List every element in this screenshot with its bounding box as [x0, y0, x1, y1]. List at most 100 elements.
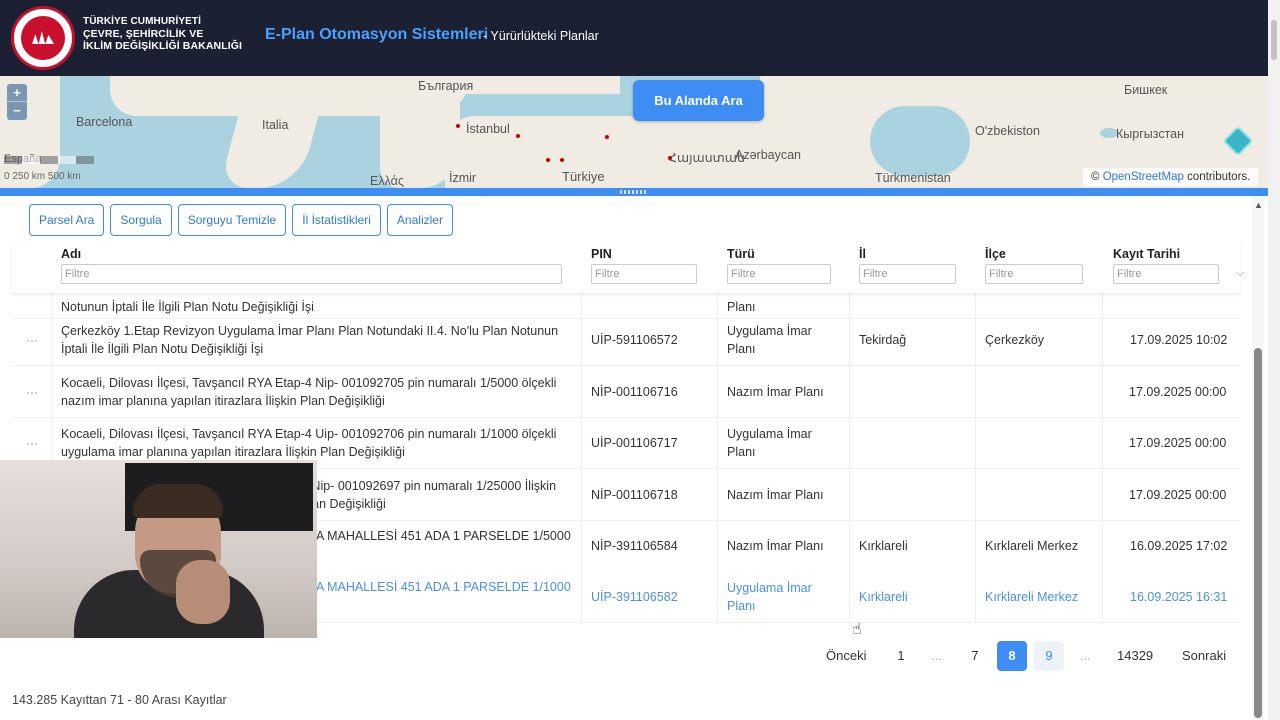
map-view[interactable]: Barcelona Italia България İstanbul İzmir…	[0, 76, 1268, 188]
row-date: 17.09.2025 00:00	[1129, 487, 1227, 502]
presenter-hand	[176, 560, 230, 624]
zoom-out-button[interactable]: −	[7, 102, 27, 120]
row-name[interactable]: Kocaeli, Dilovası İlçesi, Tavşancıl RYA …	[61, 374, 581, 410]
plan-marker[interactable]	[516, 134, 520, 138]
map-label-uzbekistan: O'zbekiston	[975, 124, 1040, 138]
query-button[interactable]: Sorgula	[110, 204, 172, 236]
map-scale-text: 0 250 km 500 km	[4, 171, 81, 182]
table-row[interactable]: ··· Çerkezköy 1.Etap Revizyon Uygulama İ…	[12, 314, 1240, 366]
top-header: TÜRKİYE CUMHURİYETİ ÇEVRE, ŞEHİRCİLİK VE…	[0, 0, 1268, 76]
filter-type-input[interactable]: Filtre	[727, 264, 831, 284]
row-name[interactable]: Çerkezköy 1.Etap Revizyon Uygulama İmar …	[61, 322, 581, 358]
plan-marker[interactable]	[605, 135, 609, 139]
page-button-1[interactable]: 1	[886, 641, 916, 671]
page-button-current[interactable]: 8	[997, 641, 1027, 671]
column-divider	[717, 293, 718, 623]
row-type: Nazım İmar Planı	[727, 538, 824, 553]
row-pin: UİP-001106717	[591, 435, 678, 450]
page-scrollbar[interactable]	[1268, 0, 1280, 720]
ministry-line-2: ÇEVRE, ŞEHİRCİLİK VE	[83, 28, 204, 40]
ministry-line-1: TÜRKİYE CUMHURİYETİ	[83, 16, 202, 27]
map-label-barcelona: Barcelona	[76, 115, 133, 129]
column-divider	[1102, 293, 1103, 623]
map-scale-bar	[4, 156, 94, 164]
map-label-azerbaijan: Azərbaycan	[735, 148, 802, 162]
page-button-7[interactable]: 7	[960, 641, 990, 671]
ministry-logo[interactable]	[11, 6, 75, 70]
records-summary: 143.285 Kayıttan 71 - 80 Arası Kayıtlar	[12, 693, 227, 707]
table-row[interactable]: ··· Kocaeli, Dilovası İlçesi, Tavşancıl …	[12, 366, 1240, 418]
app-subtitle: - Yürürlükteki Planlar	[483, 29, 599, 43]
row-menu-icon[interactable]: ···	[26, 333, 38, 347]
page-button-last[interactable]: 14329	[1117, 641, 1153, 671]
search-this-area-button[interactable]: Bu Alanda Ara	[633, 80, 764, 121]
row-name[interactable]: A MAHALLESİ 451 ADA 1 PARSELDE 1/1000	[316, 578, 571, 596]
map-label-italia: Italia	[262, 118, 289, 132]
query-toolbar: Parsel Ara Sorgula Sorguyu Temizle İl İs…	[29, 204, 453, 236]
filter-province-input[interactable]: Filtre	[859, 264, 956, 284]
map-attribution: © OpenStreetMap contributors.	[1083, 168, 1259, 186]
chevron-down-icon[interactable]: ⌵	[1236, 267, 1244, 280]
map-label-izmir: İzmir	[449, 171, 477, 185]
column-divider	[581, 293, 582, 623]
row-province: Tekirdağ	[859, 332, 907, 347]
webcam-overlay	[0, 460, 317, 638]
analyses-button[interactable]: Analizler	[386, 204, 453, 236]
ministry-line-3: İKLİM DEĞİŞİKLİĞİ BAKANLIĞI	[83, 40, 243, 52]
map-label-armenia: Հայաստան	[668, 151, 745, 165]
row-district: Kırklareli Merkez	[985, 589, 1079, 604]
column-header-district[interactable]: İlçe	[985, 247, 1006, 261]
row-date: 17.09.2025 00:00	[1129, 384, 1227, 399]
parcel-search-button[interactable]: Parsel Ara	[29, 204, 105, 236]
page-button-9[interactable]: 9	[1034, 641, 1064, 671]
row-type: Nazım İmar Planı	[727, 384, 824, 399]
app-title[interactable]: E-Plan Otomasyon Sistemleri	[265, 26, 488, 44]
row-district: Çerkezköy	[985, 332, 1045, 347]
attribution-suffix: contributors.	[1187, 171, 1251, 183]
table-scrollbar-thumb[interactable]	[1254, 348, 1262, 718]
row-name[interactable]: Kocaeli, Dilovası İlçesi, Tavşancıl RYA …	[61, 425, 581, 461]
page-ellipsis: ...	[1080, 648, 1091, 663]
column-header-date[interactable]: Kayıt Tarihi	[1113, 247, 1180, 261]
filter-pin-input[interactable]: Filtre	[591, 264, 697, 284]
map-label-ellas: Ελλάς	[370, 174, 404, 188]
filter-date-input[interactable]: Filtre	[1113, 264, 1219, 284]
row-province: Kırklareli	[859, 589, 908, 604]
plan-marker[interactable]	[560, 158, 564, 162]
next-page-button[interactable]: Sonraki	[1182, 641, 1226, 671]
row-menu-icon[interactable]: ···	[26, 385, 38, 399]
row-name[interactable]: A MAHALLESİ 451 ADA 1 PARSELDE 1/5000	[316, 527, 571, 545]
row-menu-icon[interactable]: ···	[26, 436, 38, 450]
map-label-turkmenistan: Türkmenistan	[875, 171, 951, 185]
row-date: 17.09.2025 00:00	[1129, 435, 1227, 450]
filter-name-input[interactable]: Filtre	[61, 264, 562, 284]
scroll-up-icon[interactable]: ▲	[1254, 200, 1263, 210]
column-header-type[interactable]: Türü	[727, 247, 755, 261]
plan-marker[interactable]	[546, 158, 550, 162]
zoom-control: + −	[7, 84, 27, 120]
filter-district-input[interactable]: Filtre	[985, 264, 1083, 284]
row-date: 16.09.2025 17:02	[1130, 538, 1228, 553]
plan-marker[interactable]	[456, 124, 460, 128]
ministry-name: TÜRKİYE CUMHURİYETİ ÇEVRE, ŞEHİRCİLİK VE…	[83, 16, 242, 52]
map-label-bulgaria: България	[418, 79, 474, 93]
plan-marker[interactable]	[668, 156, 672, 160]
clear-query-button[interactable]: Sorguyu Temizle	[177, 204, 287, 236]
previous-page-button[interactable]: Önceki	[826, 641, 866, 671]
table-scrollbar[interactable]: ▲	[1252, 196, 1264, 720]
row-pin: UİP-391106582	[591, 589, 678, 604]
openstreetmap-link[interactable]: OpenStreetMap	[1103, 171, 1184, 183]
row-type: Uygulama İmar Planı	[727, 426, 812, 459]
splitter-grip-icon[interactable]	[620, 190, 648, 194]
row-district: Kırklareli Merkez	[985, 538, 1079, 553]
row-type: Uygulama İmar Planı	[727, 580, 812, 613]
zoom-in-button[interactable]: +	[7, 84, 27, 102]
hand-cursor-icon: ☝	[852, 621, 862, 638]
page-scrollbar-thumb[interactable]	[1271, 20, 1277, 60]
province-statistics-button[interactable]: İl İstatistikleri	[292, 204, 381, 236]
panel-splitter[interactable]	[0, 188, 1268, 196]
row-province: Kırklareli	[859, 538, 908, 553]
column-header-pin[interactable]: PIN	[591, 247, 612, 261]
column-header-province[interactable]: İl	[859, 247, 866, 261]
column-header-name[interactable]: Adı	[61, 247, 81, 261]
